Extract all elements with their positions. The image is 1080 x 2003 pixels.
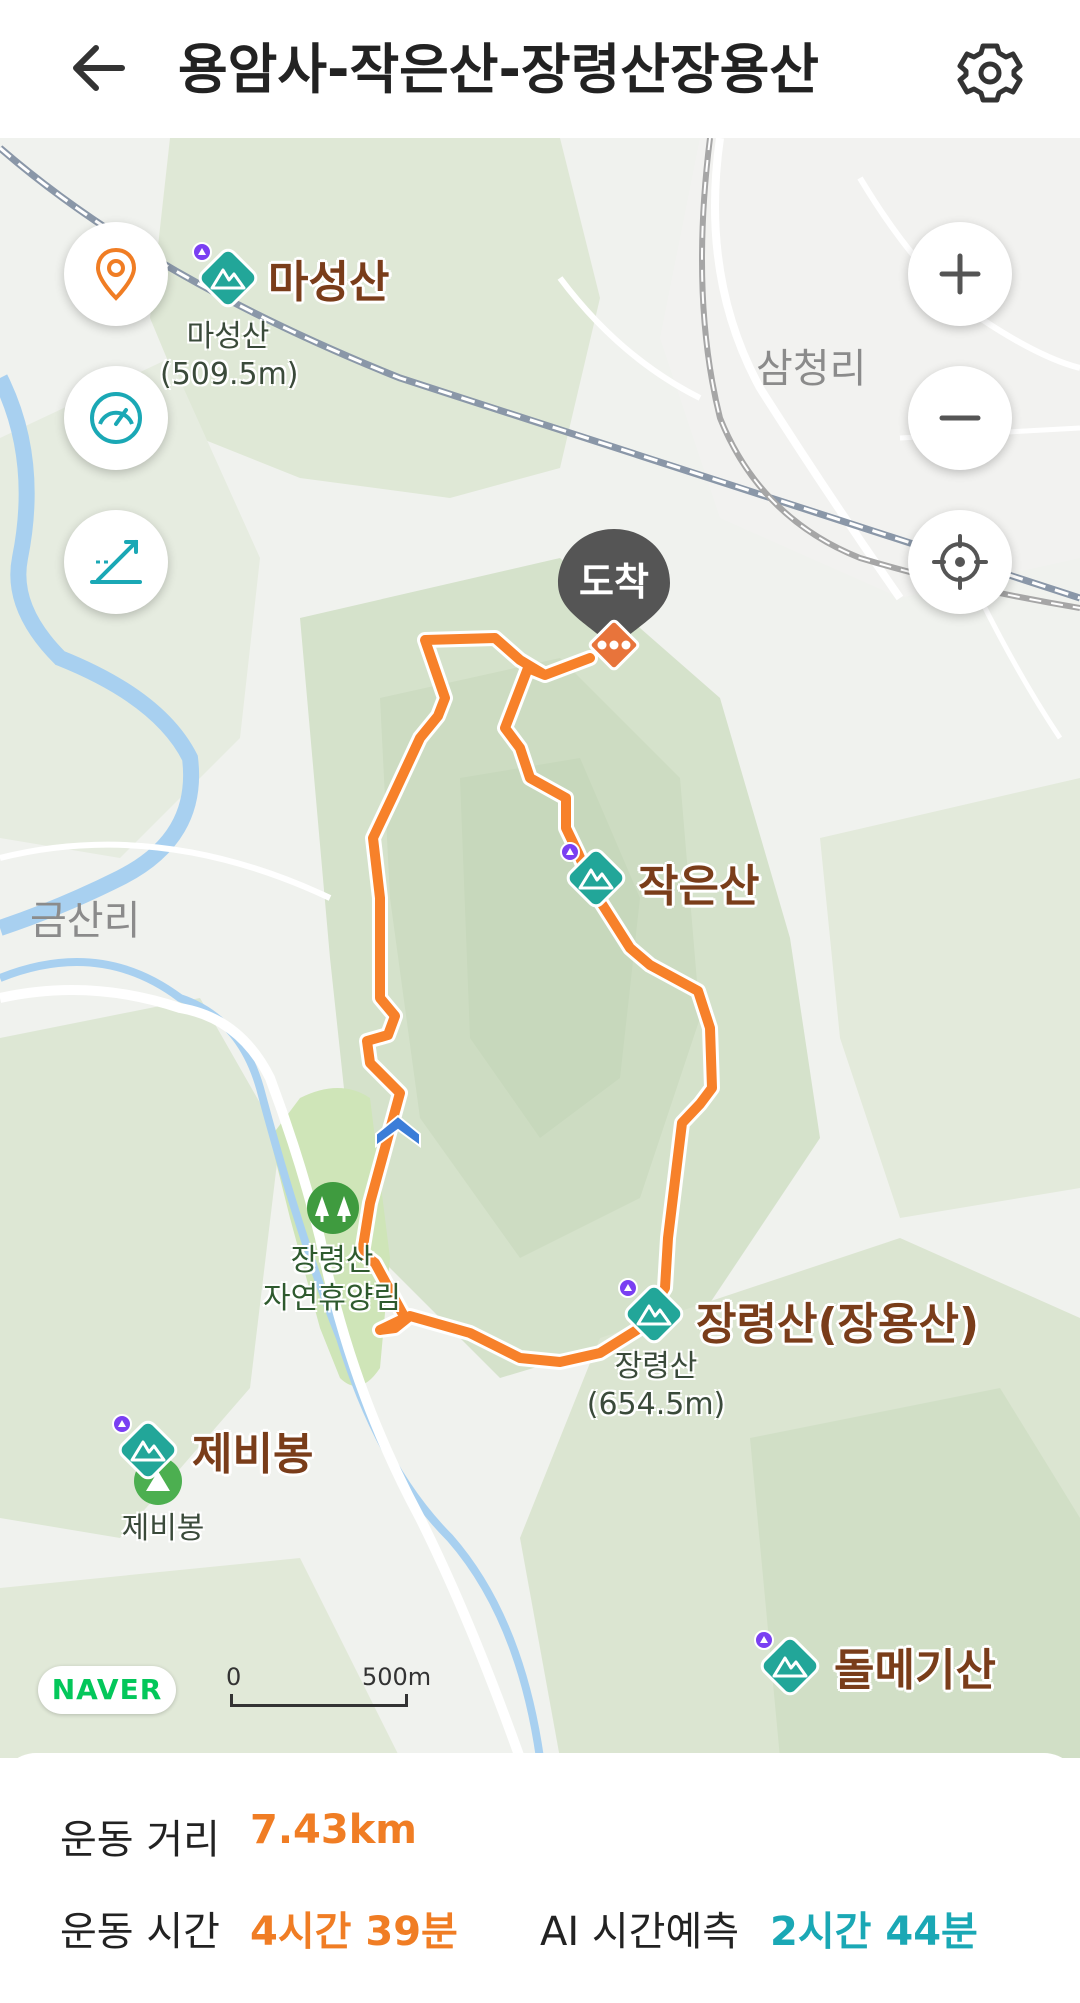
header-bar: 용암사-작은산-장령산장용산 (0, 0, 1080, 138)
zoom-out-button[interactable] (908, 366, 1012, 470)
location-pin-icon (95, 247, 137, 301)
settings-button[interactable] (945, 28, 1035, 118)
forest-label-line1: 장령산 (290, 1243, 374, 1278)
mountain-marker-icon[interactable] (192, 242, 264, 314)
forest-label-line2: 자연휴양림 (263, 1281, 401, 1316)
distance-label: 운동 거리 (60, 1817, 220, 1863)
speed-button[interactable] (64, 366, 168, 470)
peak-sub-height: (509.5m) (160, 357, 299, 392)
gps-target-icon (932, 534, 988, 590)
peak-label-jangryeong: 장령산(장용산) (696, 1299, 980, 1350)
mountain-marker-icon[interactable] (754, 1630, 826, 1702)
gps-button[interactable] (908, 510, 1012, 614)
back-button[interactable] (60, 30, 140, 110)
slope-icon (90, 540, 142, 584)
time-label: 운동 시간 (60, 1909, 220, 1955)
peak-label-maseong: 마성산 (268, 257, 390, 308)
peak-sublabel-jangryeong: 장령산 (654.5m) (586, 1348, 726, 1424)
ai-time-value: 2시간 44분 (770, 1909, 978, 1955)
slope-button[interactable] (64, 510, 168, 614)
scale-distance-label: 500m (362, 1663, 432, 1691)
scale-bar (230, 1694, 408, 1707)
peak-label-jebi: 제비봉 (192, 1429, 314, 1480)
ai-time-label: AI 시간예측 (540, 1909, 740, 1955)
peak-sub-name: 마성산 (186, 319, 270, 354)
scale-zero-label: 0 (226, 1663, 242, 1691)
mountain-marker-icon[interactable] (618, 1278, 690, 1350)
forest-label: 장령산 자연휴양림 (252, 1242, 412, 1318)
arrival-label: 도착 (579, 560, 649, 604)
peak-label-jageun: 작은산 (638, 861, 760, 912)
page-title: 용암사-작은산-장령산장용산 (178, 38, 819, 101)
zoom-out-icon (939, 415, 981, 421)
peak-sub-height: (654.5m) (586, 1387, 726, 1422)
peak-sublabel-jebi: 제비봉 (121, 1511, 205, 1546)
mountain-marker-icon[interactable] (560, 842, 632, 914)
peak-sublabel-maseong: 마성산 (509.5m) (160, 318, 299, 394)
zoom-in-icon (939, 253, 981, 295)
back-arrow-icon (73, 45, 125, 91)
mountain-marker-icon[interactable] (112, 1414, 184, 1486)
map-view[interactable]: 마성산 마성산 (509.5m) 작은산 장령산(장용산) 장령산 (654.5… (0, 138, 1080, 1758)
time-value: 4시간 39분 (250, 1909, 458, 1955)
speedometer-icon (90, 392, 142, 444)
town-label-geumsan: 금산리 (30, 898, 141, 944)
gear-icon (957, 43, 1023, 103)
town-label-samcheong: 삼청리 (756, 346, 867, 392)
stats-panel: 운동 거리 7.43km 운동 시간 4시간 39분 AI 시간예측 2시간 4… (0, 1753, 1080, 2003)
zoom-in-button[interactable] (908, 222, 1012, 326)
naver-logo: NAVER (38, 1666, 176, 1714)
location-button[interactable] (64, 222, 168, 326)
distance-value: 7.43km (250, 1807, 417, 1853)
peak-sub-name: 장령산 (614, 1349, 698, 1384)
peak-label-dolmegi: 돌메기산 (834, 1645, 996, 1696)
